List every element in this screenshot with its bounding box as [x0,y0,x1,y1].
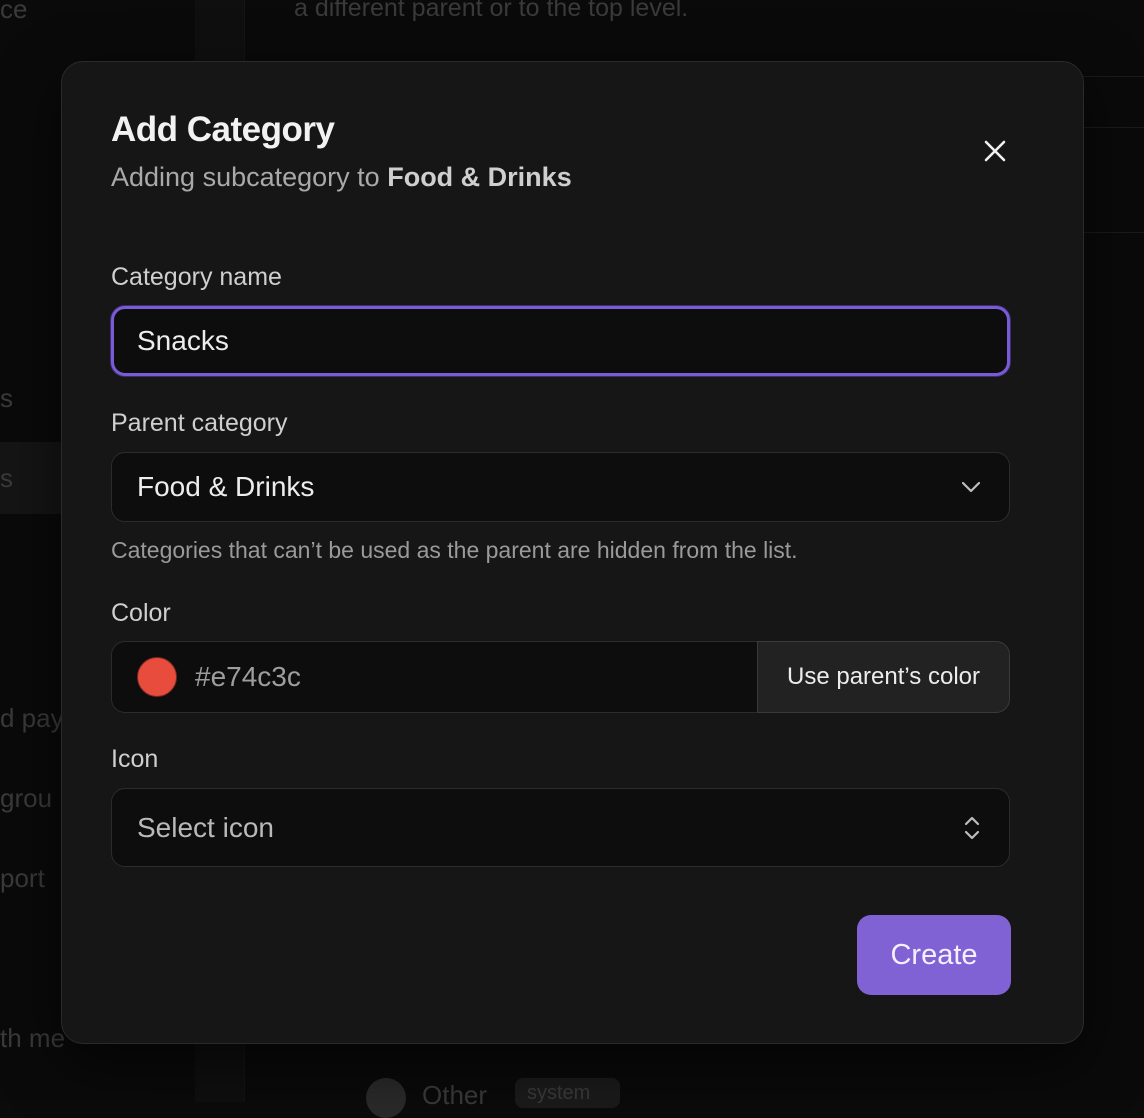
background-text: s [0,383,13,414]
parent-category-select[interactable]: Food & Drinks [111,452,1010,522]
background-text: a different parent or to the top level. [294,0,688,23]
background-text: port [0,863,45,894]
icon-select[interactable]: Select icon [111,788,1010,867]
parent-category-value: Food & Drinks [137,471,314,503]
color-hex-value: #e74c3c [195,661,301,693]
chevron-down-icon [961,481,981,493]
close-button[interactable] [978,134,1012,168]
category-name-input[interactable]: Snacks [111,306,1010,376]
background-text: d pay [0,703,64,734]
background-category-icon [366,1078,406,1118]
icon-label: Icon [111,745,158,774]
create-button[interactable]: Create [857,915,1011,995]
parent-category-label: Parent category [111,409,288,438]
use-parent-color-button[interactable]: Use parent’s color [757,641,1010,713]
dialog-title: Add Category [111,110,334,150]
chevron-up-down-icon [963,814,981,842]
color-label: Color [111,599,171,628]
subtitle-prefix: Adding subcategory to [111,162,380,192]
color-input[interactable]: #e74c3c [111,641,758,713]
color-field: #e74c3c Use parent’s color [111,641,1010,713]
dialog-subtitle: Adding subcategory to Food & Drinks [111,162,572,193]
background-text: Other [422,1080,487,1111]
background-system-badge: system [515,1078,620,1108]
category-name-label: Category name [111,263,282,292]
icon-select-placeholder: Select icon [137,812,274,844]
add-category-dialog: Add Category Adding subcategory to Food … [61,61,1084,1044]
background-text: th me [0,1023,65,1054]
close-icon [984,140,1006,162]
parent-category-help: Categories that can’t be used as the par… [111,537,798,564]
background-text: grou [0,783,52,814]
background-text: ce [0,0,27,25]
background-text: s [0,463,13,494]
subtitle-parent-name: Food & Drinks [387,162,572,192]
color-swatch[interactable] [137,657,177,697]
